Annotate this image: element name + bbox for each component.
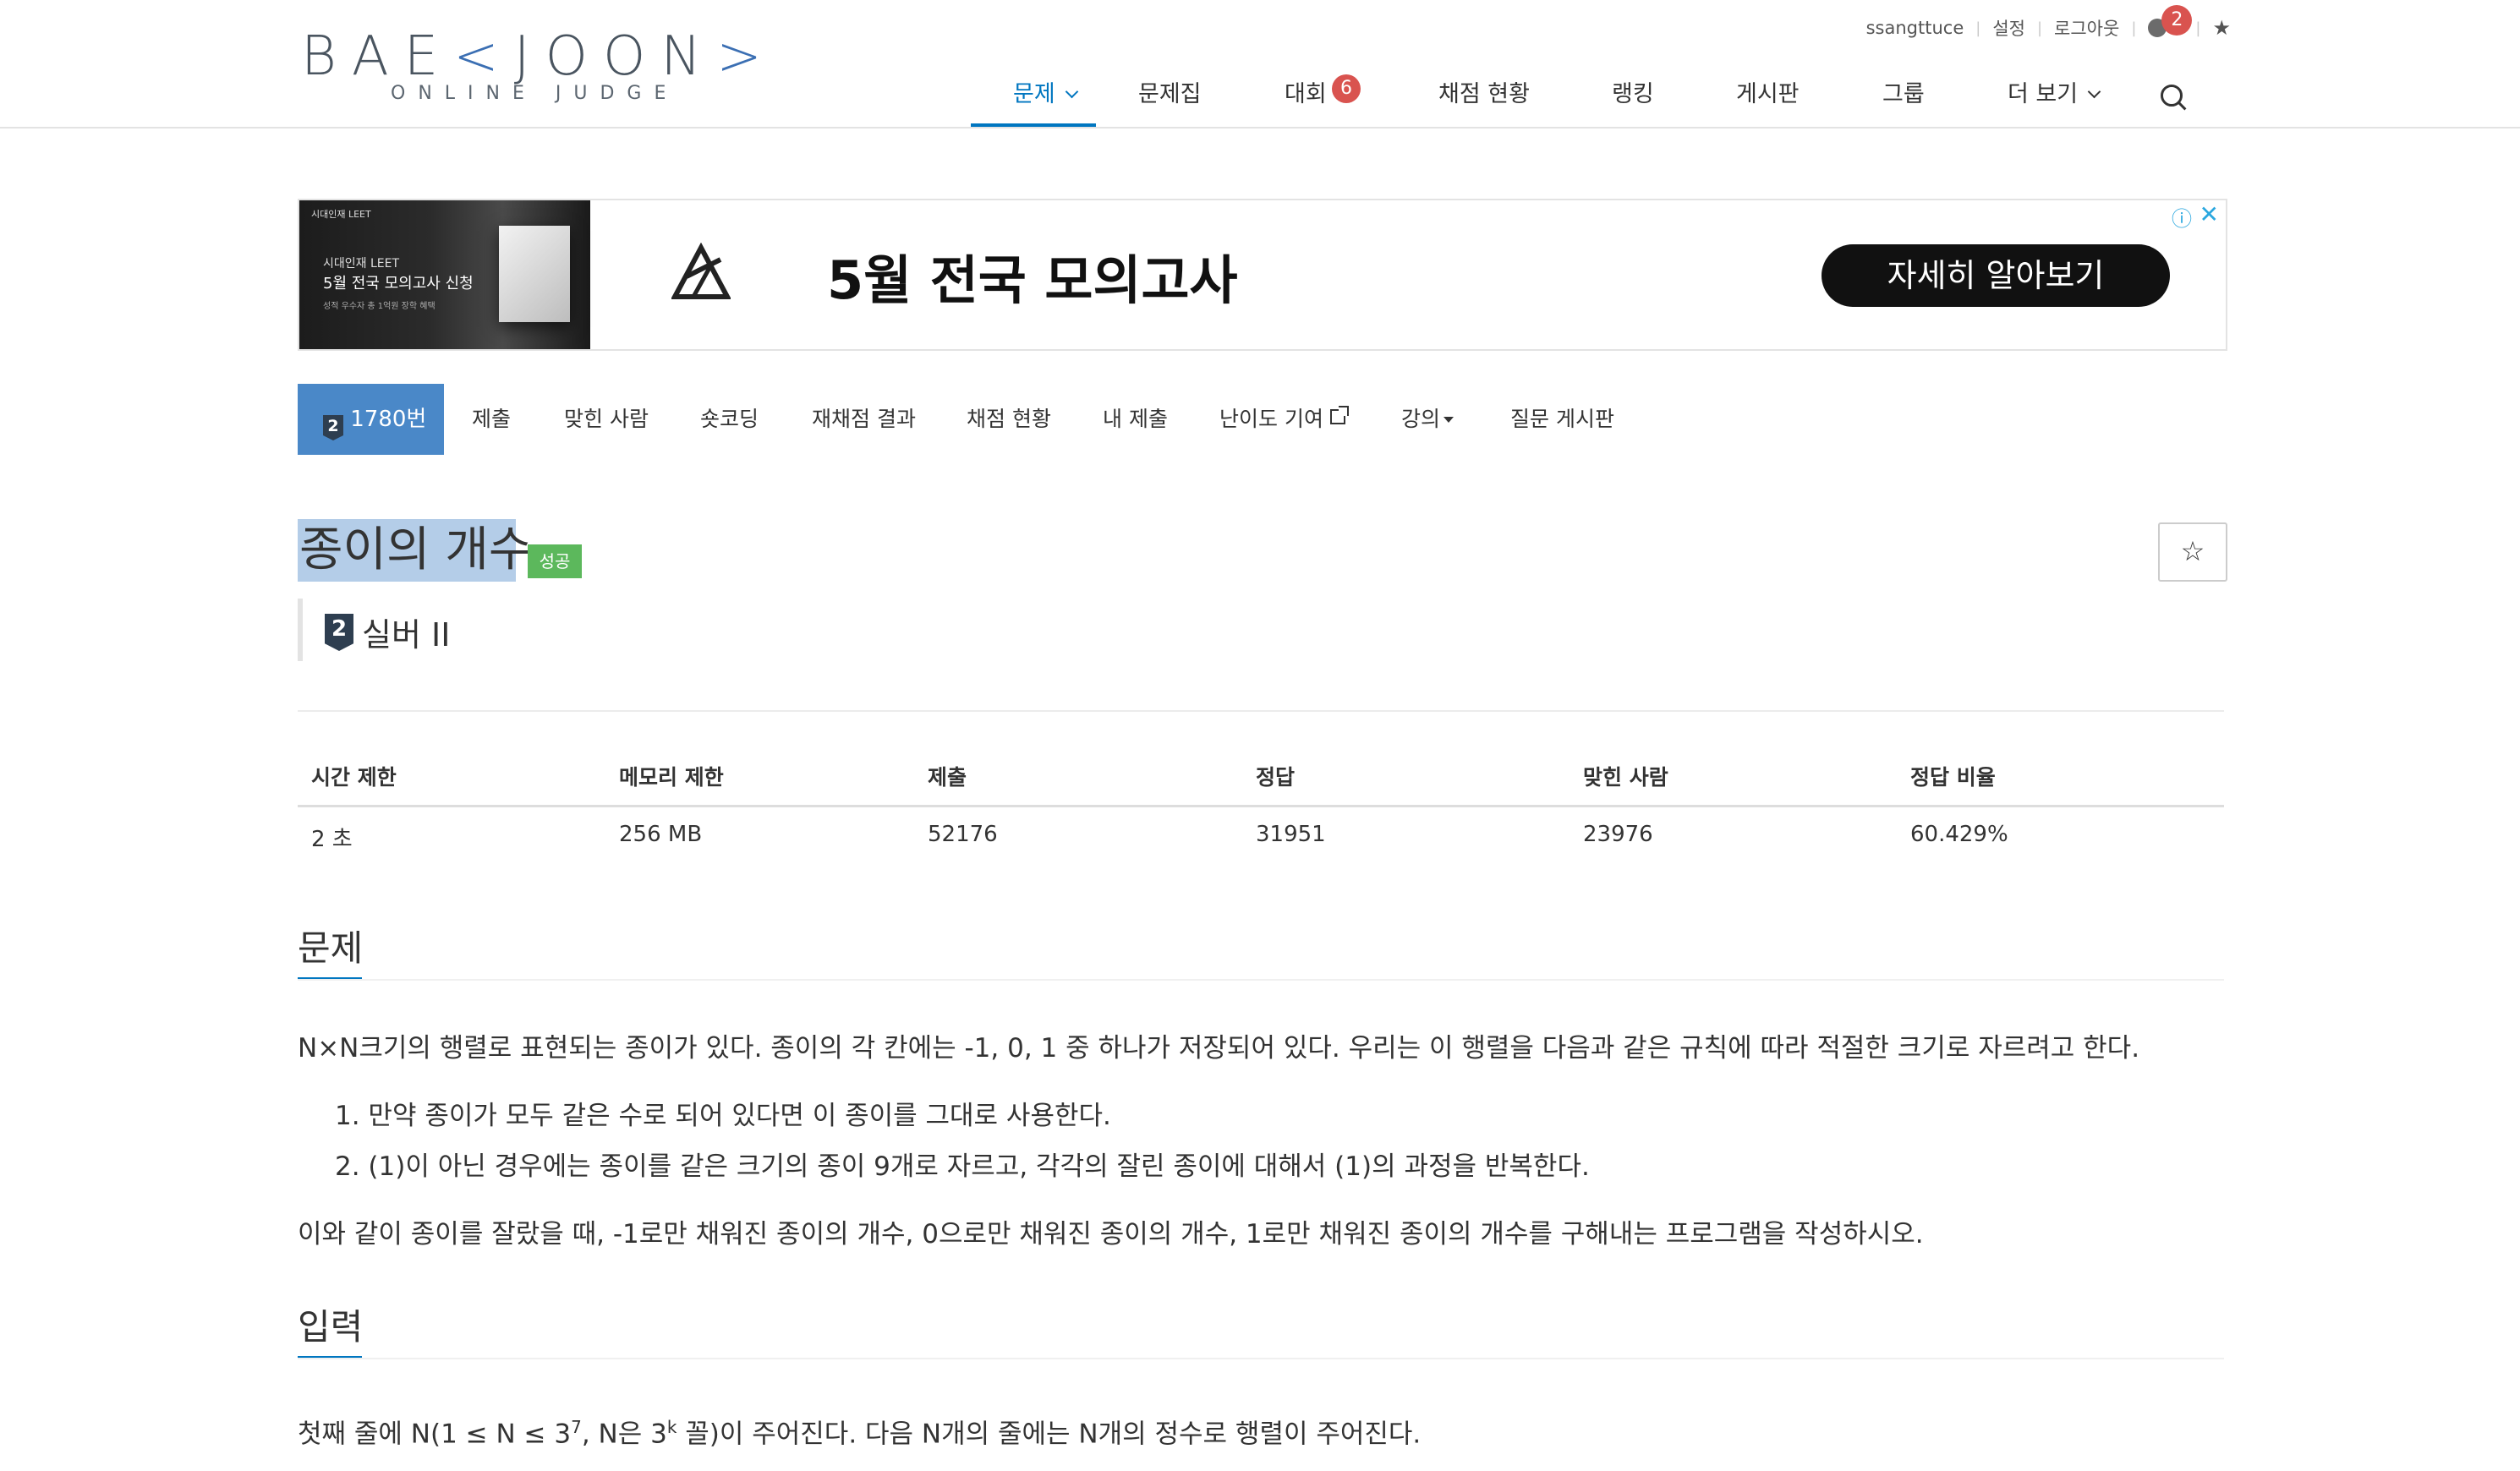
caret-down-icon (1444, 417, 1454, 423)
settings-link[interactable]: 설정 (1992, 15, 2025, 41)
divider (298, 710, 2224, 712)
nav-status[interactable]: 채점 현황 (1438, 69, 1530, 127)
nav-problems[interactable]: 문제 (1013, 69, 1078, 127)
contest-count-badge: 6 (1332, 74, 1361, 103)
table-cell-accept-rate: 60.429% (1910, 822, 2008, 847)
nav-problems-label: 문제 (1013, 81, 1055, 107)
user-topbar: ssangttuce | 설정 | 로그아웃 | 2 | ★ (1866, 5, 2231, 41)
external-link-icon (1329, 406, 1349, 424)
input-text-part: , N은 3 (581, 1419, 667, 1450)
tab-short-coding[interactable]: 숏코딩 (700, 384, 759, 455)
notification-button[interactable]: 2 (2148, 5, 2193, 39)
logo-subtitle: ONLINE JUDGE (391, 83, 679, 104)
table-header: 제출 (928, 765, 967, 790)
tab-question-board[interactable]: 질문 게시판 (1510, 384, 1614, 455)
input-description: 첫째 줄에 N(1 ≤ N ≤ 37, N은 3k 꼴)이 주어진다. 다음 N… (298, 1410, 1421, 1451)
problem-title: 종이의 개수 (299, 522, 533, 577)
notification-count-badge: 2 (2161, 5, 2193, 36)
table-cell-time-limit: 2 초 (311, 827, 353, 852)
ad-thumbnail[interactable]: 시대인재 LEET 시대인재 LEET 5월 전국 모의고사 신청 성적 우수자… (299, 200, 590, 349)
table-header: 맞힌 사람 (1583, 765, 1668, 790)
nav-ranking[interactable]: 랭킹 (1612, 69, 1654, 127)
input-text-part: 꼴)이 주어진다. 다음 N개의 줄에는 N개의 정수로 행렬이 주어진다. (677, 1419, 1422, 1450)
site-header: BAE<JOON> ONLINE JUDGE ssangttuce | 설정 |… (0, 0, 2520, 129)
superscript: k (666, 1417, 677, 1437)
nav-more[interactable]: 더 보기 (2008, 69, 2101, 127)
ad-banner[interactable]: 시대인재 LEET 시대인재 LEET 5월 전국 모의고사 신청 성적 우수자… (298, 199, 2227, 351)
silver-tier-icon: 2 (323, 415, 343, 440)
input-text-part: 첫째 줄에 N(1 ≤ N ≤ 3 (298, 1419, 572, 1450)
list-item: 2. (1)이 아닌 경우에는 종이를 같은 크기의 종이 9개로 자르고, 각… (335, 1151, 1590, 1182)
table-header: 정답 비율 (1910, 765, 1996, 790)
separator: | (2131, 19, 2137, 37)
ad-thumb-brand: 시대인재 LEET (311, 209, 371, 220)
tab-difficulty-contribution[interactable]: 난이도 기여 (1219, 384, 1349, 455)
star-icon[interactable]: ★ (2212, 16, 2231, 40)
logo-text-left: BAE (301, 25, 454, 88)
status-badge: 성공 (528, 544, 582, 578)
section-title-input: 입력 (298, 1306, 364, 1348)
chevron-down-icon (2087, 85, 2101, 99)
nav-more-label: 더 보기 (2008, 81, 2079, 107)
table-header: 정답 (1256, 765, 1296, 790)
nav-workbook[interactable]: 문제집 (1138, 69, 1202, 127)
ad-thumb-line3: 성적 우수자 총 1억원 장학 혜택 (323, 302, 436, 311)
nav-group[interactable]: 그룹 (1882, 69, 1925, 127)
favorite-star-button[interactable]: ☆ (2158, 522, 2227, 582)
table-cell-memory-limit: 256 MB (619, 822, 703, 847)
table-cell-accepted: 31951 (1256, 822, 1326, 847)
site-logo[interactable]: BAE<JOON> (301, 27, 777, 86)
tier-name[interactable]: 실버 II (362, 609, 450, 655)
logo-text-mid: JOON (513, 25, 717, 88)
problem-description: N×N크기의 행렬로 표현되는 종이가 있다. 종이의 각 칸에는 -1, 0,… (298, 1033, 2140, 1064)
username-link[interactable]: ssangttuce (1866, 18, 1964, 38)
ad-brand-logo-icon (671, 243, 731, 299)
tab-lectures-label: 강의 (1401, 407, 1441, 431)
logo-bracket-left: < (453, 25, 514, 88)
tab-difficulty-label: 난이도 기여 (1219, 407, 1323, 431)
tab-problem-number[interactable]: 2 1780번 (298, 384, 444, 455)
tab-solved-users[interactable]: 맞힌 사람 (564, 384, 649, 455)
section-divider (298, 1358, 2224, 1359)
separator: | (1975, 19, 1981, 37)
ad-info-icon[interactable]: ⓘ (2172, 202, 2192, 232)
logout-link[interactable]: 로그아웃 (2054, 15, 2119, 41)
problem-description-2: 이와 같이 종이를 잘랐을 때, -1로만 채워진 종이의 개수, 0으로만 채… (298, 1219, 1924, 1250)
table-cell-solved-users: 23976 (1583, 822, 1653, 847)
ad-thumb-line1: 시대인재 LEET (323, 257, 400, 271)
section-title-problem: 문제 (298, 927, 364, 969)
table-cell-submissions: 52176 (928, 822, 998, 847)
ad-book-image (499, 226, 570, 322)
tier-blockquote-bar (298, 599, 303, 661)
tab-judge-status[interactable]: 채점 현황 (967, 384, 1051, 455)
ad-learn-more-button[interactable]: 자세히 알아보기 (1822, 244, 2170, 307)
nav-contest[interactable]: 대회 (1285, 69, 1327, 127)
tab-my-submissions[interactable]: 내 제출 (1103, 384, 1168, 455)
ad-title: 5월 전국 모의고사 (827, 249, 1238, 311)
table-header: 메모리 제한 (619, 765, 724, 790)
section-divider (298, 979, 2224, 981)
ad-close-icon[interactable]: ✕ (2200, 200, 2219, 228)
table-header-rule (298, 805, 2224, 807)
problem-number-label: 1780번 (350, 407, 427, 432)
ad-thumb-line2: 5월 전국 모의고사 신청 (323, 275, 474, 293)
table-header: 시간 제한 (311, 765, 397, 790)
silver-tier-icon: 2 (325, 614, 353, 651)
tab-rejudge-results[interactable]: 재채점 결과 (812, 384, 916, 455)
chevron-down-icon (1065, 85, 1078, 99)
separator: | (2195, 19, 2201, 37)
superscript: 7 (571, 1417, 582, 1437)
logo-bracket-right: > (716, 25, 777, 88)
separator: | (2036, 19, 2043, 37)
search-icon[interactable] (2161, 85, 2183, 107)
nav-active-underline (971, 123, 1096, 127)
list-item: 1. 만약 종이가 모두 같은 수로 되어 있다면 이 종이를 그대로 사용한다… (335, 1101, 1111, 1131)
nav-board[interactable]: 게시판 (1736, 69, 1800, 127)
tab-lectures[interactable]: 강의 (1401, 384, 1454, 455)
tab-submit[interactable]: 제출 (472, 384, 511, 455)
